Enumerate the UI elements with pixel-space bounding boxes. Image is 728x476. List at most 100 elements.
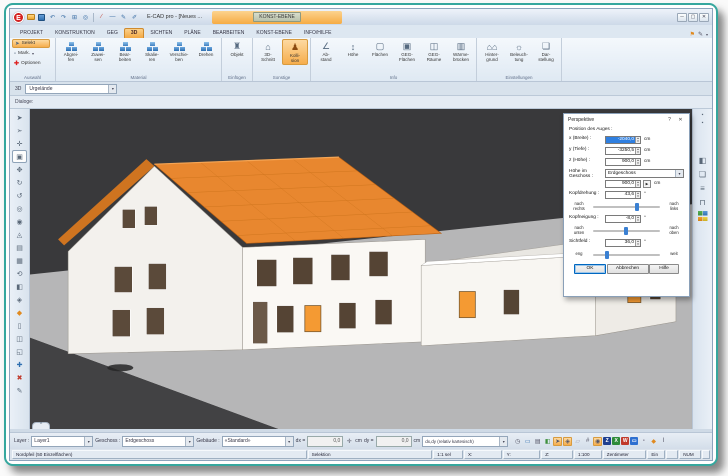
left-tool-icon[interactable]: ✎	[12, 384, 27, 397]
mark-button[interactable]: ▫Mark.▾	[12, 49, 50, 58]
app-x-icon[interactable]: X	[612, 437, 620, 445]
geschoss-combo[interactable]: Erdgeschoss	[122, 436, 194, 447]
mail-icon[interactable]: ▪	[639, 437, 648, 446]
left-tool-icon[interactable]: ▤	[12, 241, 27, 254]
left-tool-icon[interactable]: ◉	[12, 215, 27, 228]
abgreifen-button[interactable]: Abgrei- fen	[58, 39, 84, 63]
left-tool-icon[interactable]: ✥	[12, 163, 27, 176]
geschoss-height-input[interactable]: 900,0	[605, 180, 641, 188]
tab-projekt[interactable]: PROJEKT	[14, 29, 49, 38]
left-tool-icon[interactable]: ↺	[12, 189, 27, 202]
abbrechen-button[interactable]: Abbrechen	[607, 264, 649, 274]
report-document-icon[interactable]: ❏	[695, 167, 710, 181]
kopfdrehung-slider[interactable]	[593, 206, 660, 208]
sichtfeld-slider[interactable]	[593, 254, 660, 256]
furniture-icon[interactable]: ⊓	[695, 195, 710, 209]
spinner-arrows-icon[interactable]	[635, 137, 640, 143]
open-file-icon[interactable]	[26, 13, 35, 22]
tab-sichten[interactable]: SICHTEN	[144, 29, 178, 38]
tab-3d[interactable]: 3D	[124, 28, 144, 38]
spinner-arrows-icon[interactable]	[635, 148, 640, 154]
layer-visibility-icon[interactable]: ◈	[563, 437, 572, 446]
combo-arrow-icon[interactable]	[675, 170, 683, 177]
clock-icon[interactable]: ◷	[513, 437, 522, 446]
materials-icon[interactable]: ◧	[543, 437, 552, 446]
skalieren-button[interactable]: Skalie- ren	[139, 39, 165, 63]
zuweisen-button[interactable]: Zuwei- sen	[85, 39, 111, 63]
geg-flaechen-button[interactable]: ▣GEG- Flächen	[394, 39, 420, 63]
bearbeiten-button[interactable]: Bear- beiten	[112, 39, 138, 63]
left-tool-icon-active[interactable]: ▣	[12, 150, 27, 163]
left-tool-icon[interactable]: ✛	[12, 137, 27, 150]
beleuchtung-button[interactable]: ☼Beleuch- tung	[506, 39, 532, 63]
hintergrund-button[interactable]: ⌂⌂Hinter- grund	[479, 39, 505, 63]
undo-icon[interactable]: ↶	[48, 13, 57, 22]
tab-info-hilfe[interactable]: INFO/HILFE	[298, 29, 338, 38]
drehen-button[interactable]: Drehen	[193, 39, 219, 58]
app-w-icon[interactable]: W	[621, 437, 629, 445]
objekt-button[interactable]: ♜Objekt	[224, 39, 250, 58]
minimize-button[interactable]: ─	[677, 13, 687, 22]
display-icon[interactable]: ▭	[523, 437, 532, 446]
left-tool-icon[interactable]: ◎	[12, 202, 27, 215]
dialog-title-bar[interactable]: Perspektive ? ✕	[564, 114, 689, 125]
measure-tool-icon[interactable]: ∕	[97, 13, 106, 22]
printer-icon[interactable]: ▤	[533, 437, 542, 446]
dx-input[interactable]: 0,0	[307, 436, 343, 447]
verschieben-button[interactable]: Verschie- ben	[166, 39, 192, 63]
combo-arrow-icon[interactable]	[499, 437, 507, 446]
kopfneigung-slider[interactable]	[593, 230, 660, 232]
hoehe-button[interactable]: ↕Höhe	[340, 39, 366, 58]
layers-icon[interactable]: ≡	[695, 181, 710, 195]
left-tool-icon[interactable]: ◆	[12, 306, 27, 319]
apply-arrow-icon[interactable]	[643, 180, 651, 188]
left-tool-icon[interactable]: ➤	[12, 111, 27, 124]
left-tool-icon[interactable]: ◈	[12, 293, 27, 306]
kollision-button[interactable]: ♟Kolli- sion	[282, 39, 308, 65]
combo-arrow-icon[interactable]	[185, 437, 193, 446]
3d-schnitt-button[interactable]: ⌂3D- Schnitt	[255, 39, 281, 63]
dialog-close-icon[interactable]: ✕	[676, 117, 685, 123]
close-button[interactable]: ✕	[699, 13, 709, 22]
tab-geg[interactable]: GEG	[101, 29, 124, 38]
left-tool-icon[interactable]: ➣	[12, 124, 27, 137]
app-window-icon[interactable]: ▭	[630, 437, 638, 445]
left-tool-icon[interactable]: ◬	[12, 228, 27, 241]
konst-ebene-badge[interactable]: KONST-EBENE	[253, 12, 301, 22]
optionen-button[interactable]: ✚Optionen	[12, 59, 50, 68]
waermebruecken-button[interactable]: ▥Wärme- brücken	[448, 39, 474, 63]
pen-tool-icon[interactable]: ✎	[119, 13, 128, 22]
snap-icon[interactable]: ➤	[553, 437, 562, 446]
slider-thumb[interactable]	[624, 227, 628, 235]
chevron-down-icon[interactable]: ▾	[706, 32, 708, 37]
gebaeude-combo[interactable]: «Standard»	[222, 436, 294, 447]
spinner-arrows-icon[interactable]	[635, 192, 640, 198]
materials-palette-icon[interactable]	[695, 209, 710, 223]
spinner-arrows-icon[interactable]	[635, 216, 640, 222]
abstand-button[interactable]: ∠Ab- stand	[313, 39, 339, 63]
left-tool-icon[interactable]: ✖	[12, 371, 27, 384]
geg-raeume-button[interactable]: ◫GEG- Räume	[421, 39, 447, 63]
spinner-arrows-icon[interactable]	[635, 159, 640, 165]
layer-combo[interactable]: Layer1	[31, 436, 93, 447]
left-tool-icon[interactable]: ◫	[12, 332, 27, 345]
viewport-settings-icon[interactable]: ◧	[695, 153, 710, 167]
crosshair-icon[interactable]: ✛	[345, 437, 353, 445]
app-logo-icon[interactable]: E	[13, 12, 24, 23]
geschoss-combo[interactable]: Erdgeschoss	[605, 169, 684, 178]
left-tool-icon[interactable]: ◧	[12, 280, 27, 293]
kopfdrehung-input[interactable]: 43,6	[605, 191, 641, 199]
diamond-icon[interactable]: ◆	[649, 437, 658, 446]
left-tool-icon[interactable]: ⟲	[12, 267, 27, 280]
left-tool-icon[interactable]: ✚	[12, 358, 27, 371]
terrain-combo[interactable]: Urgelände	[25, 84, 117, 94]
save-icon[interactable]	[37, 13, 46, 22]
left-tool-icon[interactable]: ↻	[12, 176, 27, 189]
flag-icon[interactable]: ⚑	[690, 31, 695, 38]
tab-konstruktion[interactable]: KONSTRUKTION	[49, 29, 101, 38]
tab-konst-ebene[interactable]: KONST-EBENE	[250, 29, 298, 38]
combo-arrow-icon[interactable]	[108, 85, 116, 93]
coordinate-mode-combo[interactable]: dx,dy (relativ kartesisch)	[422, 436, 508, 447]
dialog-help-button[interactable]: ?	[665, 117, 674, 123]
slider-thumb[interactable]	[635, 203, 639, 211]
